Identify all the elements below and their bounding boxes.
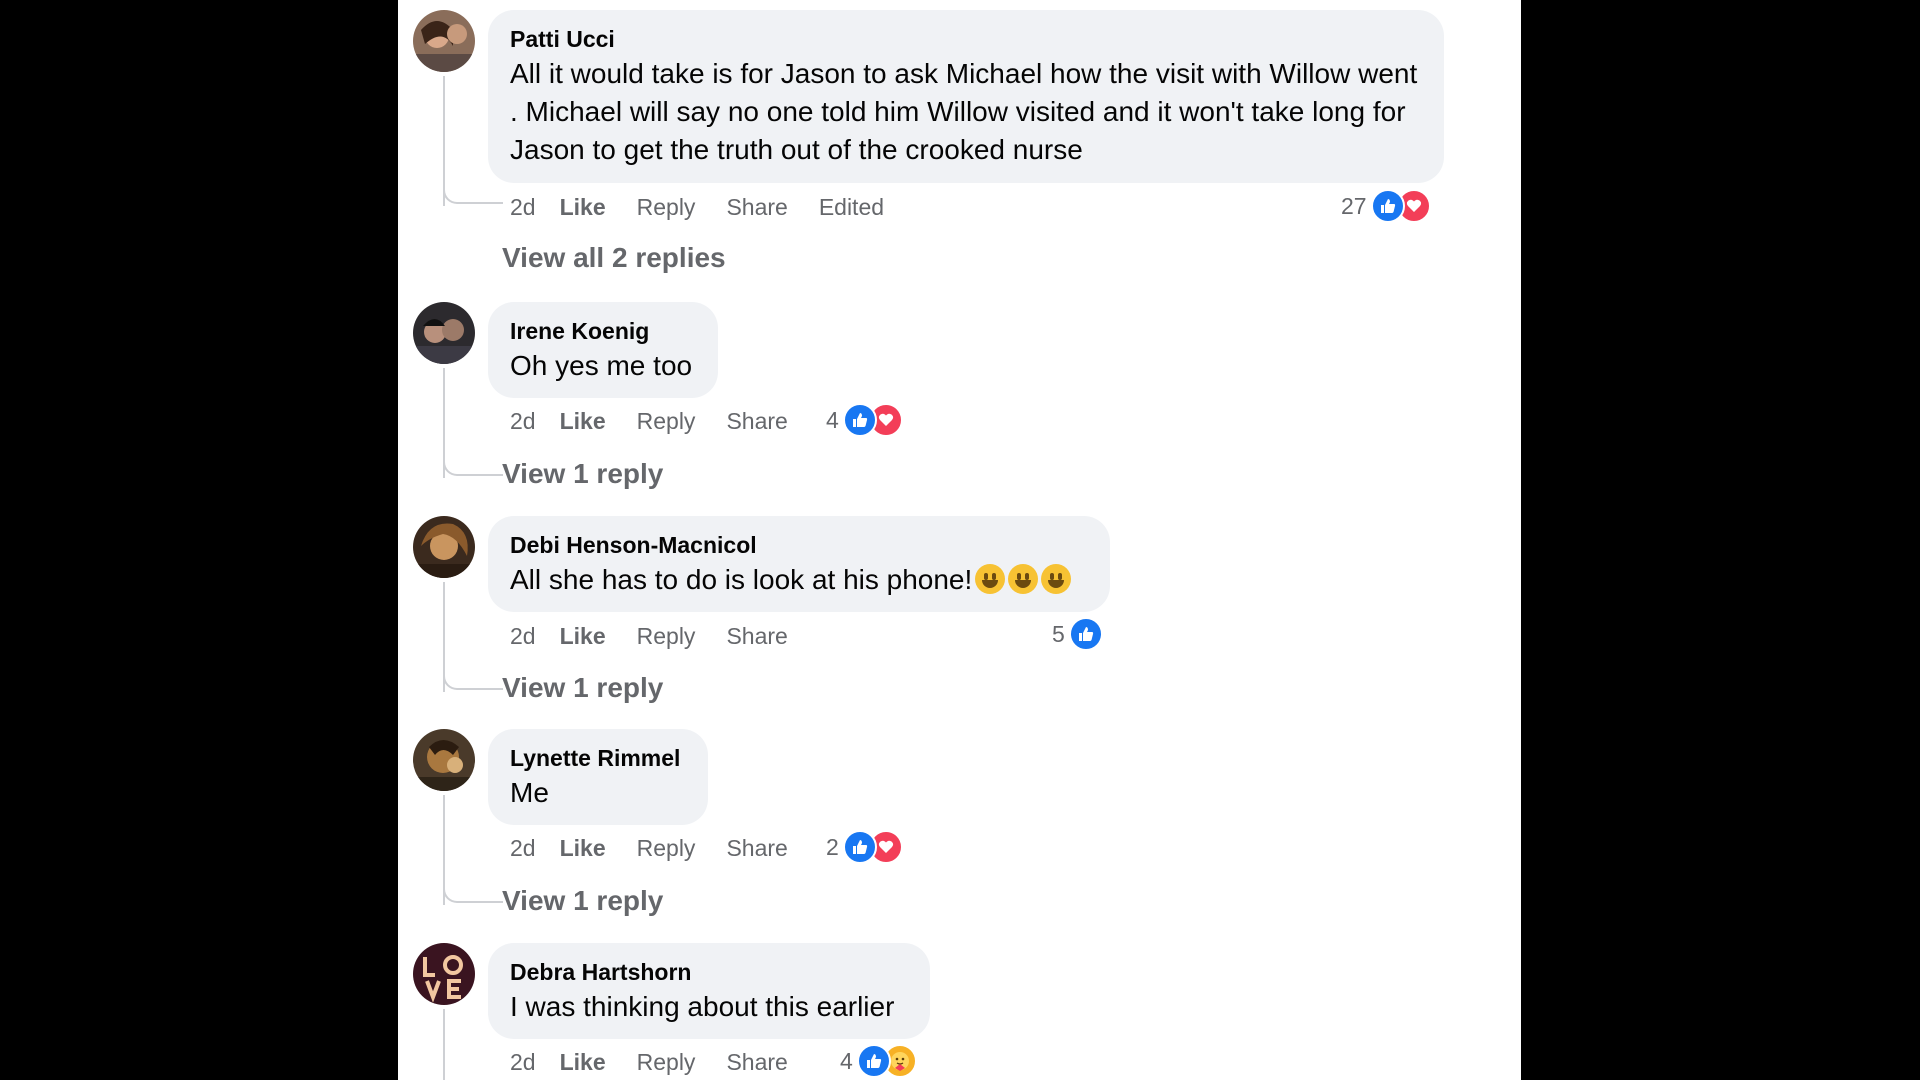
comment-actions: 2d Like Reply Share: [510, 622, 819, 650]
comment-author[interactable]: Debra Hartshorn: [510, 958, 908, 986]
avatar[interactable]: [413, 10, 475, 72]
thread-connector: [443, 887, 503, 903]
grinning-face-icon: [975, 564, 1006, 594]
comment-bubble: Patti Ucci All it would take is for Jaso…: [488, 10, 1444, 183]
comment-bubble: Lynette Rimmel Me: [488, 729, 708, 825]
like-icon: [1068, 617, 1103, 651]
comment-bubble: Debra Hartshorn I was thinking about thi…: [488, 943, 930, 1039]
edited-label[interactable]: Edited: [819, 193, 884, 221]
reaction-summary[interactable]: 4: [826, 403, 903, 437]
reply-button[interactable]: Reply: [637, 834, 696, 862]
comment-actions: 2d Like Reply Share Edited: [510, 193, 915, 221]
reaction-count: 2: [826, 833, 839, 860]
comment-author[interactable]: Lynette Rimmel: [510, 744, 686, 772]
thread-connector: [443, 674, 503, 690]
view-replies-link[interactable]: View 1 reply: [502, 458, 663, 490]
reaction-count: 4: [840, 1047, 853, 1074]
comment-text: All it would take is for Jason to ask Mi…: [510, 58, 1418, 165]
like-icon: [1370, 189, 1405, 223]
reaction-summary[interactable]: 5: [1052, 617, 1103, 651]
avatar[interactable]: [413, 729, 475, 791]
comment-actions: 2d Like Reply Share: [510, 1048, 819, 1076]
grinning-face-icon: [1041, 564, 1072, 594]
like-button[interactable]: Like: [560, 834, 606, 862]
avatar[interactable]: [413, 943, 475, 1005]
comment-text-content: All she has to do is look at his phone!: [510, 564, 973, 595]
comment-bubble: Irene Koenig Oh yes me too: [488, 302, 718, 398]
like-button[interactable]: Like: [560, 193, 606, 221]
reply-button[interactable]: Reply: [637, 1048, 696, 1076]
comment-author[interactable]: Patti Ucci: [510, 25, 1422, 53]
reaction-summary[interactable]: 4: [840, 1044, 917, 1078]
comment-author[interactable]: Irene Koenig: [510, 317, 696, 345]
comment-author[interactable]: Debi Henson-Macnicol: [510, 531, 1088, 559]
reply-button[interactable]: Reply: [637, 622, 696, 650]
comment-time[interactable]: 2d: [510, 407, 536, 435]
comment-actions: 2d Like Reply Share: [510, 407, 819, 435]
reaction-summary[interactable]: 27: [1341, 189, 1431, 223]
reply-button[interactable]: Reply: [637, 193, 696, 221]
reaction-count: 5: [1052, 620, 1065, 647]
view-replies-link[interactable]: View 1 reply: [502, 672, 663, 704]
comment-time[interactable]: 2d: [510, 1048, 536, 1076]
like-button[interactable]: Like: [560, 407, 606, 435]
share-button[interactable]: Share: [726, 1048, 787, 1076]
thread-line: [443, 1009, 445, 1080]
grinning-face-icon: [1008, 564, 1039, 594]
like-icon: [856, 1044, 891, 1078]
comment-actions: 2d Like Reply Share: [510, 834, 819, 862]
thread-line: [443, 76, 445, 206]
comment-time[interactable]: 2d: [510, 193, 536, 221]
reaction-count: 4: [826, 406, 839, 433]
share-button[interactable]: Share: [726, 193, 787, 221]
share-button[interactable]: Share: [726, 407, 787, 435]
comment-bubble: Debi Henson-Macnicol All she has to do i…: [488, 516, 1110, 612]
comment-time[interactable]: 2d: [510, 622, 536, 650]
comment-text: Me: [510, 777, 549, 808]
like-icon: [842, 403, 877, 437]
share-button[interactable]: Share: [726, 834, 787, 862]
thread-connector: [443, 188, 503, 204]
view-replies-link[interactable]: View 1 reply: [502, 885, 663, 917]
like-button[interactable]: Like: [560, 1048, 606, 1076]
like-icon: [842, 830, 877, 864]
view-replies-link[interactable]: View all 2 replies: [502, 242, 726, 274]
reply-button[interactable]: Reply: [637, 407, 696, 435]
reaction-count: 27: [1341, 192, 1367, 219]
avatar[interactable]: [413, 516, 475, 578]
like-button[interactable]: Like: [560, 622, 606, 650]
comment-text: All she has to do is look at his phone!: [510, 561, 1088, 599]
reaction-summary[interactable]: 2: [826, 830, 903, 864]
comment-time[interactable]: 2d: [510, 834, 536, 862]
avatar[interactable]: [413, 302, 475, 364]
comments-panel: Patti Ucci All it would take is for Jaso…: [398, 0, 1521, 1080]
comment-text: I was thinking about this earlier: [510, 991, 895, 1022]
share-button[interactable]: Share: [726, 622, 787, 650]
comment-text: Oh yes me too: [510, 350, 693, 381]
thread-connector: [443, 460, 503, 476]
